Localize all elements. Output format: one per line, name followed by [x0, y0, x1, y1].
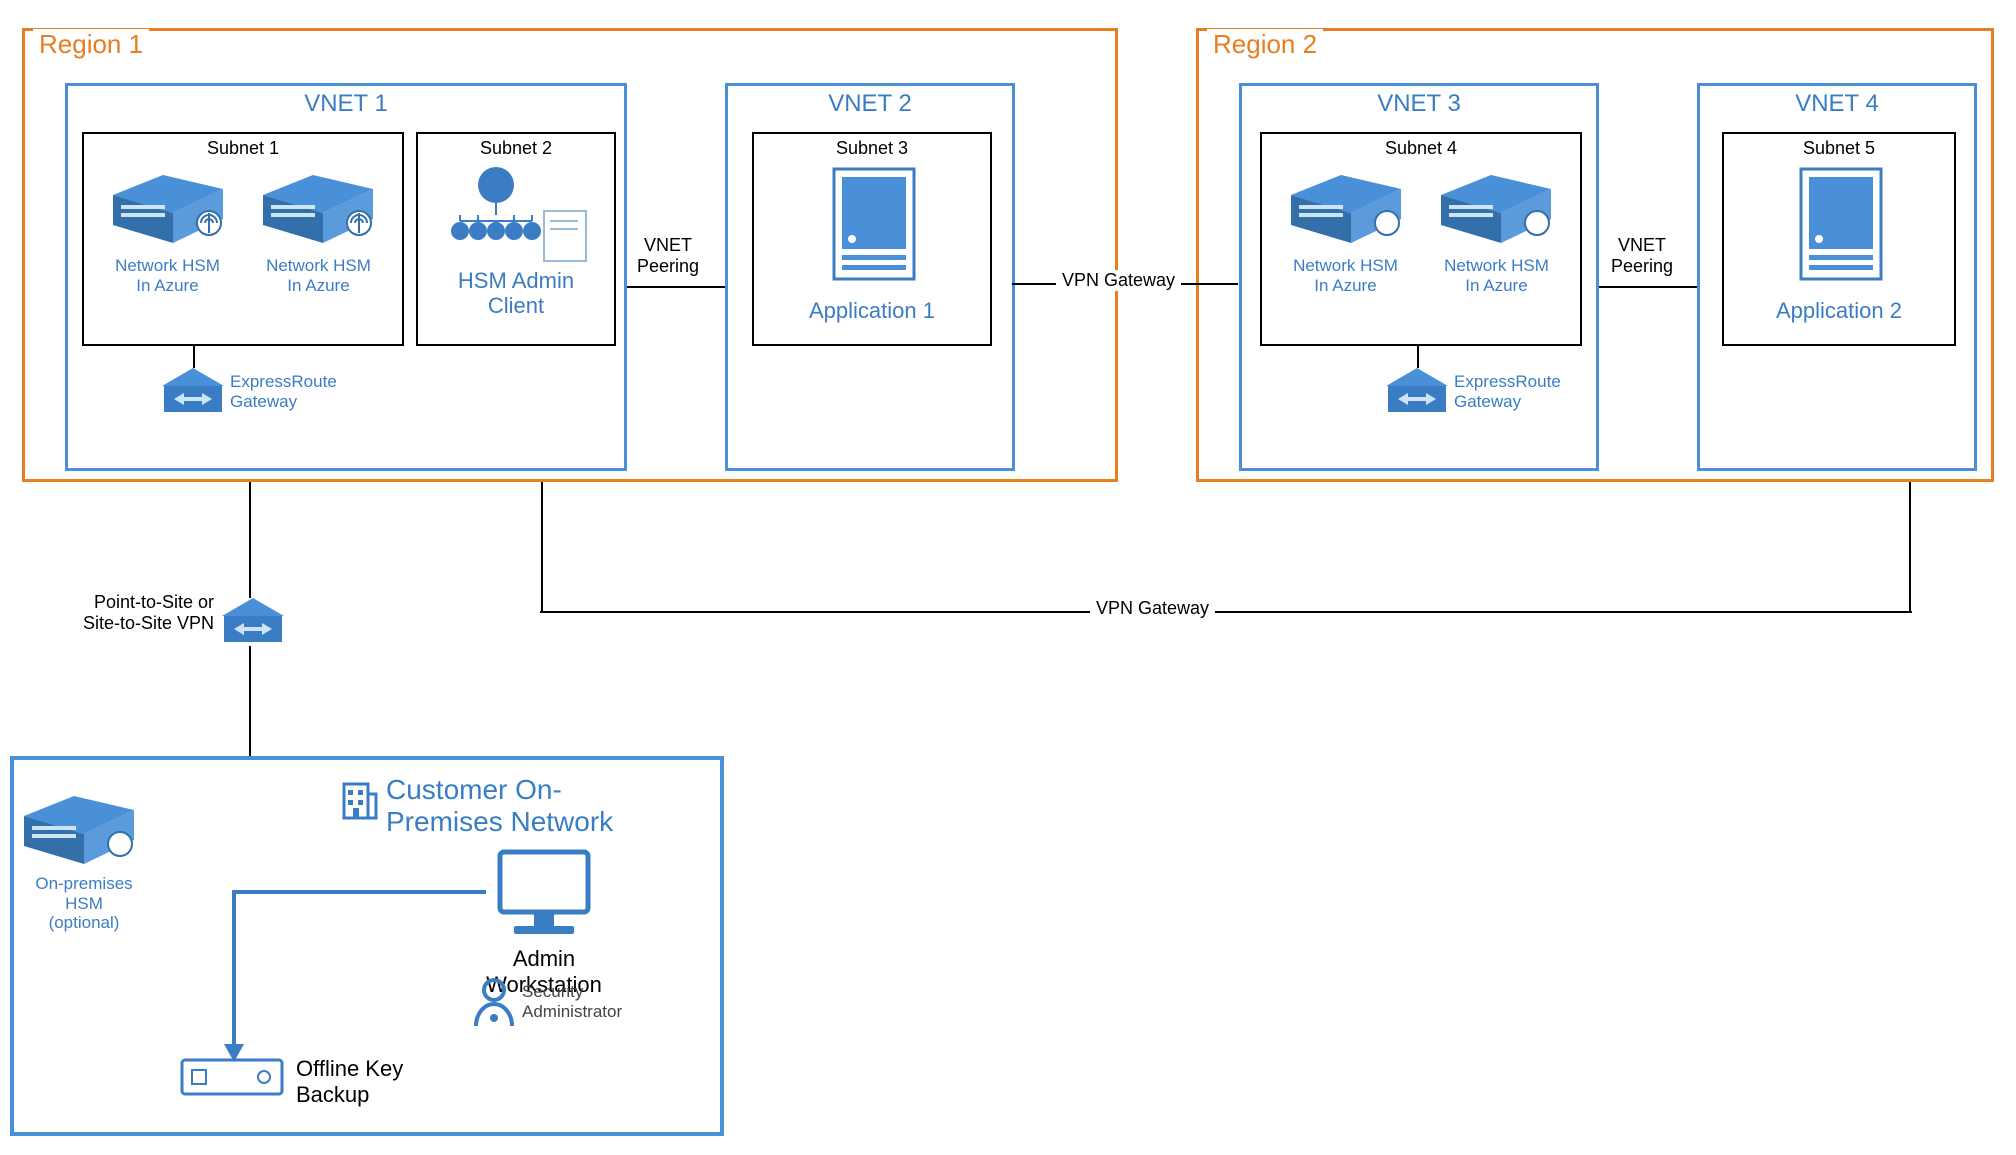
vnet-1: VNET 1 Subnet 1 [65, 83, 627, 471]
connector-line [248, 646, 252, 756]
workstation-icon [484, 846, 604, 942]
gateway-icon [218, 596, 288, 646]
app-2-caption: Application 2 [1724, 298, 1954, 323]
vpn-gateway-1-label: VPN Gateway [1056, 270, 1181, 291]
connector-line [540, 482, 544, 612]
security-admin-label: Security Administrator [522, 982, 622, 1022]
connector-line [1599, 285, 1697, 289]
hsm-1a-caption: Network HSM In Azure [115, 256, 220, 295]
connector-line [627, 285, 725, 289]
subnet-2-label: Subnet 2 [418, 138, 614, 159]
connector-line [248, 482, 252, 598]
er-gateway-2-label: ExpressRoute Gateway [1454, 372, 1561, 411]
vnet-2: VNET 2 Subnet 3 Application 1 [725, 83, 1015, 471]
subnet-4-label: Subnet 4 [1262, 138, 1580, 159]
vnet-4-label: VNET 4 [1700, 90, 1974, 118]
app-icon [812, 165, 932, 293]
building-icon [338, 776, 378, 820]
vnet-peering-1-label: VNET Peering [637, 235, 699, 277]
gateway-icon [158, 366, 228, 416]
subnet-5-label: Subnet 5 [1724, 138, 1954, 159]
p2s-vpn-label: Point-to-Site or Site-to-Site VPN [28, 592, 214, 634]
region-1-label: Region 1 [33, 29, 149, 60]
subnet-3-label: Subnet 3 [754, 138, 990, 159]
vnet-3-label: VNET 3 [1242, 90, 1596, 118]
er-gateway-1-label: ExpressRoute Gateway [230, 372, 337, 411]
onprem-hsm-caption: On-premises HSM (optional) [28, 874, 140, 933]
region-2: Region 2 VNET 3 Subnet 4 [1196, 28, 1994, 482]
vnet-2-label: VNET 2 [728, 90, 1012, 118]
subnet-4: Subnet 4 [1260, 132, 1582, 346]
vnet-3: VNET 3 Subnet 4 [1239, 83, 1599, 471]
vnet-1-label: VNET 1 [68, 90, 624, 118]
connector-line [1416, 346, 1420, 368]
connector-line [192, 346, 196, 368]
server-icon [24, 786, 144, 872]
customer-onprem-network: Customer On- Premises Network On-premise… [10, 756, 724, 1136]
onprem-title: Customer On- Premises Network [386, 774, 613, 838]
vnet-peering-2-label: VNET Peering [1611, 235, 1673, 277]
workflow-arrow [216, 890, 496, 1080]
connector-line [1908, 482, 1912, 612]
app-icon [1779, 165, 1899, 293]
hsm-1b-caption: Network HSM In Azure [266, 256, 371, 295]
hsm-admin-client-caption: HSM Admin Client [418, 268, 614, 319]
hsm-4a-caption: Network HSM In Azure [1293, 256, 1398, 295]
subnet-5: Subnet 5 Application 2 [1722, 132, 1956, 346]
subnet-3: Subnet 3 Application 1 [752, 132, 992, 346]
vpn-gateway-2-label: VPN Gateway [1090, 598, 1215, 619]
app-1-caption: Application 1 [754, 298, 990, 323]
hsm-4b-caption: Network HSM In Azure [1444, 256, 1549, 295]
server-icon [1271, 165, 1571, 251]
loadbalancer-icon [426, 163, 606, 263]
region-1: Region 1 VNET 1 Subnet 1 [22, 28, 1118, 482]
vnet-4: VNET 4 Subnet 5 Application 2 [1697, 83, 1977, 471]
server-icon [93, 165, 393, 251]
subnet-2: Subnet 2 HSM Admin Client [416, 132, 616, 346]
connector-line [540, 610, 1912, 614]
subnet-1-label: Subnet 1 [84, 138, 402, 159]
gateway-icon [1382, 366, 1452, 416]
region-2-label: Region 2 [1207, 29, 1323, 60]
subnet-1: Subnet 1 [82, 132, 404, 346]
